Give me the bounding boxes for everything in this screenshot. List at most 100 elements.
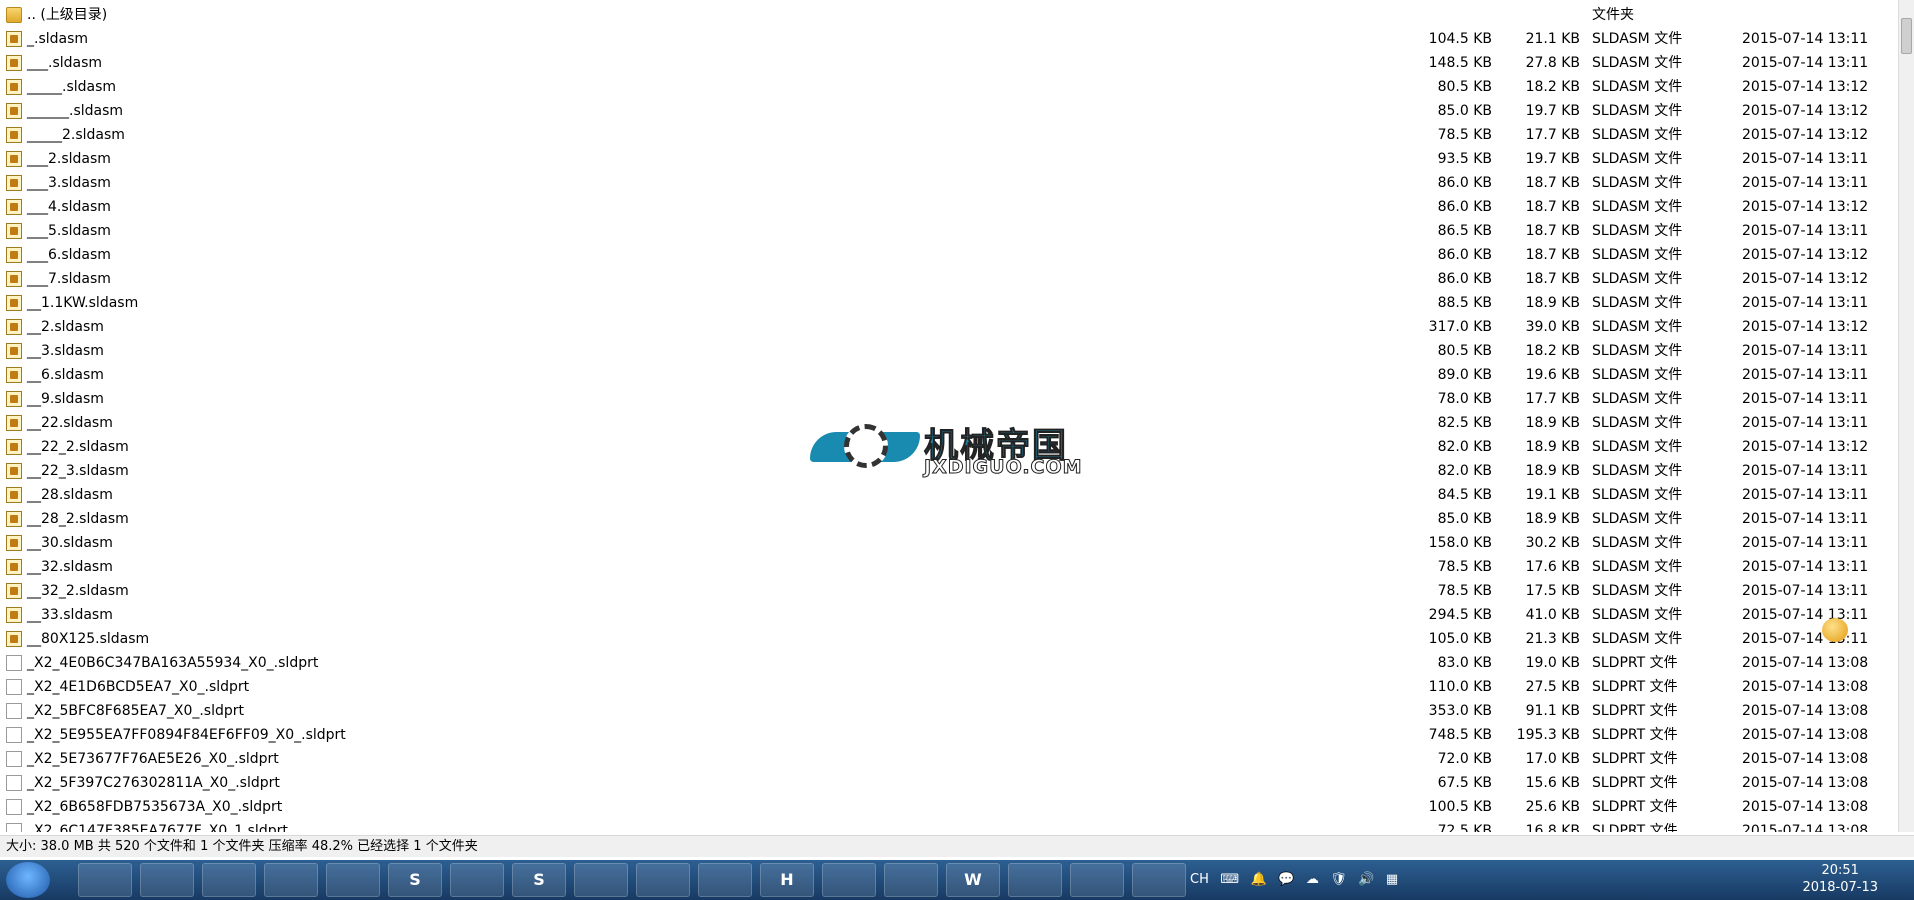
file-row[interactable]: ___2.sldasm 93.5 KB 19.7 KB SLDASM 文件 2015-0…: [0, 147, 1898, 171]
taskbar-app-button[interactable]: [1008, 863, 1062, 897]
file-name: __3.sldasm: [27, 343, 104, 359]
vertical-scrollbar[interactable]: [1898, 0, 1914, 832]
file-row[interactable]: ___3.sldasm 86.0 KB 18.7 KB SLDASM 文件 2015-0…: [0, 171, 1898, 195]
file-modified-date: 2015-07-14 13:11: [1742, 391, 1869, 407]
file-row[interactable]: _.sldasm 104.5 KB 21.1 KB SLDASM 文件 2015-07-…: [0, 27, 1898, 51]
file-type: SLDASM 文件: [1592, 487, 1683, 503]
parent-directory-row[interactable]: .. (上级目录) 文件夹: [0, 3, 1898, 27]
file-modified-date: 2015-07-14 13:12: [1742, 247, 1869, 263]
file-row[interactable]: _X2_5E955EA7FF0894F84EF6FF09_X0_.sldprt 7…: [0, 723, 1898, 747]
file-row[interactable]: __3.sldasm 80.5 KB 18.2 KB SLDASM 文件 2015-07…: [0, 339, 1898, 363]
bell-icon[interactable]: 🔔: [1251, 860, 1267, 900]
file-row[interactable]: __6.sldasm 89.0 KB 19.6 KB SLDASM 文件 2015-07…: [0, 363, 1898, 387]
sldasm-file-icon: [6, 55, 22, 71]
file-row[interactable]: ___5.sldasm 86.5 KB 18.7 KB SLDASM 文件 2015-0…: [0, 219, 1898, 243]
taskbar-app-button[interactable]: [1132, 863, 1186, 897]
scrollbar-thumb[interactable]: [1901, 18, 1912, 54]
taskbar-app-button[interactable]: [698, 863, 752, 897]
taskbar-app-button[interactable]: [884, 863, 938, 897]
file-type: SLDASM 文件: [1592, 31, 1683, 47]
file-row[interactable]: ___4.sldasm 86.0 KB 18.7 KB SLDASM 文件 2015-0…: [0, 195, 1898, 219]
cloud-icon[interactable]: ☁: [1306, 860, 1319, 900]
taskbar-app-button[interactable]: [326, 863, 380, 897]
taskbar-app-button[interactable]: [1070, 863, 1124, 897]
file-row[interactable]: ___6.sldasm 86.0 KB 18.7 KB SLDASM 文件 2015-0…: [0, 243, 1898, 267]
file-packed-size: 19.0 KB: [1525, 655, 1580, 671]
file-name: __30.sldasm: [27, 535, 113, 551]
file-row[interactable]: _X2_4E1D6BCD5EA7_X0_.sldprt 110.0 KB 27.5 …: [0, 675, 1898, 699]
file-name: __2.sldasm: [27, 319, 104, 335]
taskbar-app-button[interactable]: [574, 863, 628, 897]
file-row[interactable]: __32_2.sldasm 78.5 KB 17.5 KB SLDASM 文件 2015…: [0, 579, 1898, 603]
file-size: 86.0 KB: [1437, 199, 1492, 215]
file-modified-date: 2015-07-14 13:11: [1742, 223, 1869, 239]
file-row[interactable]: __33.sldasm 294.5 KB 41.0 KB SLDASM 文件 2015-…: [0, 603, 1898, 627]
file-name: __28_2.sldasm: [27, 511, 129, 527]
taskbar-app-button[interactable]: [202, 863, 256, 897]
file-row[interactable]: _X2_6C147F385EA7677F_X0_1.sldprt 72.5 KB 1…: [0, 819, 1898, 832]
taskbar-app-button[interactable]: [78, 863, 132, 897]
file-row[interactable]: __32.sldasm 78.5 KB 17.6 KB SLDASM 文件 2015-0…: [0, 555, 1898, 579]
sldasm-file-icon: [6, 127, 22, 143]
file-row[interactable]: ___.sldasm 148.5 KB 27.8 KB SLDASM 文件 2015-0…: [0, 51, 1898, 75]
file-row[interactable]: __28.sldasm 84.5 KB 19.1 KB SLDASM 文件 2015-0…: [0, 483, 1898, 507]
clock[interactable]: 20:51 2018-07-13: [1802, 862, 1878, 896]
file-type: SLDASM 文件: [1592, 583, 1683, 599]
gear-emblem-icon: [844, 424, 888, 468]
file-name: __33.sldasm: [27, 607, 113, 623]
file-modified-date: 2015-07-14 13:11: [1742, 559, 1869, 575]
file-row[interactable]: _X2_5F397C276302811A_X0_.sldprt 67.5 KB 15…: [0, 771, 1898, 795]
file-packed-size: 18.7 KB: [1525, 223, 1580, 239]
file-type: SLDASM 文件: [1592, 631, 1683, 647]
sldasm-file-icon: [6, 439, 22, 455]
taskbar-app-button[interactable]: [264, 863, 318, 897]
taskbar-app-button[interactable]: S: [388, 863, 442, 897]
network-icon[interactable]: ▦: [1386, 860, 1398, 900]
file-row[interactable]: __2.sldasm 317.0 KB 39.0 KB SLDASM 文件 2015-0…: [0, 315, 1898, 339]
file-row[interactable]: _X2_5BFC8F685EA7_X0_.sldprt 353.0 KB 91.1 …: [0, 699, 1898, 723]
file-row[interactable]: _____2.sldasm 78.5 KB 17.7 KB SLDASM 文件 2015…: [0, 123, 1898, 147]
file-row[interactable]: _X2_6B658FDB7535673A_X0_.sldprt 100.5 KB 2…: [0, 795, 1898, 819]
language-indicator[interactable]: CH: [1190, 860, 1209, 900]
keyboard-icon[interactable]: ⌨: [1220, 860, 1239, 900]
taskbar-app-button[interactable]: [636, 863, 690, 897]
sldprt-file-icon: [6, 679, 22, 695]
taskbar-app-button[interactable]: [140, 863, 194, 897]
file-row[interactable]: _____.sldasm 80.5 KB 18.2 KB SLDASM 文件 2015-…: [0, 75, 1898, 99]
sldasm-file-icon: [6, 271, 22, 287]
file-row[interactable]: _X2_4E0B6C347BA163A55934_X0_.sldprt 83.0 …: [0, 651, 1898, 675]
file-row[interactable]: ___7.sldasm 86.0 KB 18.7 KB SLDASM 文件 2015-0…: [0, 267, 1898, 291]
file-modified-date: 2015-07-14 13:11: [1742, 31, 1869, 47]
file-size: 88.5 KB: [1437, 295, 1492, 311]
file-row[interactable]: _X2_5E73677F76AE5E26_X0_.sldprt 72.0 KB 17…: [0, 747, 1898, 771]
file-row[interactable]: __80X125.sldasm 105.0 KB 21.3 KB SLDASM 文件 2…: [0, 627, 1898, 651]
file-type: SLDASM 文件: [1592, 343, 1683, 359]
taskbar-app-button[interactable]: [822, 863, 876, 897]
file-size: 78.0 KB: [1437, 391, 1492, 407]
taskbar-app-button[interactable]: W: [946, 863, 1000, 897]
taskbar-app-button[interactable]: H: [760, 863, 814, 897]
file-modified-date: 2015-07-14 13:11: [1742, 511, 1869, 527]
start-button[interactable]: [6, 862, 50, 898]
file-size: 80.5 KB: [1437, 343, 1492, 359]
file-name: ______.sldasm: [27, 103, 124, 119]
sldprt-file-icon: [6, 703, 22, 719]
file-row[interactable]: ______.sldasm 85.0 KB 19.7 KB SLDASM 文件 2015…: [0, 99, 1898, 123]
file-modified-date: 2015-07-14 13:11: [1742, 415, 1869, 431]
file-row[interactable]: __30.sldasm 158.0 KB 30.2 KB SLDASM 文件 2015-…: [0, 531, 1898, 555]
file-packed-size: 19.6 KB: [1525, 367, 1580, 383]
file-row[interactable]: __1.1KW.sldasm 88.5 KB 18.9 KB SLDASM 文件 201…: [0, 291, 1898, 315]
file-name: _____2.sldasm: [27, 127, 125, 143]
file-type: SLDPRT 文件: [1592, 727, 1678, 743]
file-size: 104.5 KB: [1428, 31, 1492, 47]
file-packed-size: 18.7 KB: [1525, 199, 1580, 215]
shield-icon[interactable]: 🛡: [1330, 860, 1347, 900]
volume-icon[interactable]: 🔊: [1358, 860, 1374, 900]
taskbar-app-button[interactable]: S: [512, 863, 566, 897]
file-row[interactable]: __9.sldasm 78.0 KB 17.7 KB SLDASM 文件 2015-07…: [0, 387, 1898, 411]
taskbar-app-button[interactable]: [450, 863, 504, 897]
chat-icon[interactable]: 💬: [1278, 860, 1294, 900]
notification-balloon-icon[interactable]: [1822, 618, 1848, 642]
file-packed-size: 30.2 KB: [1525, 535, 1580, 551]
file-row[interactable]: __28_2.sldasm 85.0 KB 18.9 KB SLDASM 文件 2015…: [0, 507, 1898, 531]
